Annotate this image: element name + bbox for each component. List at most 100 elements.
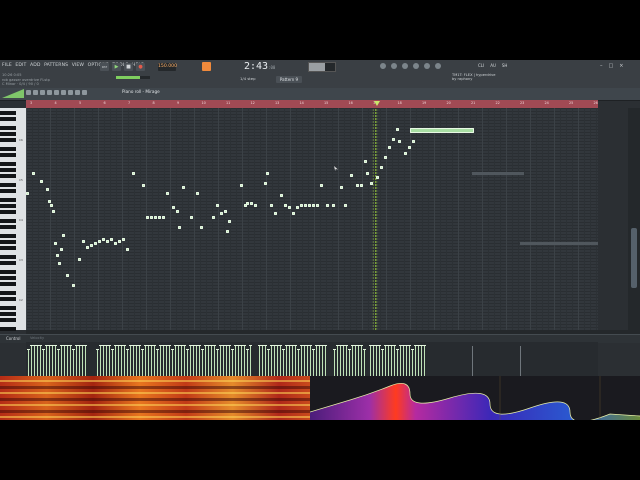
midi-note[interactable] bbox=[388, 146, 391, 149]
velocity-bar[interactable] bbox=[208, 346, 209, 376]
velocity-bar[interactable] bbox=[154, 346, 155, 376]
velocity-bar[interactable] bbox=[139, 346, 140, 376]
pat-song-toggle[interactable]: PAT bbox=[100, 63, 109, 71]
pencil-icon[interactable] bbox=[33, 90, 38, 95]
midi-note[interactable] bbox=[182, 186, 185, 189]
velocity-bar[interactable] bbox=[190, 346, 191, 376]
piano-keyboard[interactable]: C6 C5 C4 C3 C2 bbox=[0, 108, 26, 331]
black-key[interactable] bbox=[0, 246, 16, 250]
velocity-bar[interactable] bbox=[424, 346, 425, 376]
midi-note[interactable] bbox=[56, 254, 59, 257]
midi-note[interactable] bbox=[142, 184, 145, 187]
midi-note[interactable] bbox=[110, 238, 113, 241]
piano-roll-menu-icon[interactable] bbox=[2, 89, 24, 98]
black-key[interactable] bbox=[0, 189, 16, 193]
velocity-bar[interactable] bbox=[391, 346, 392, 376]
velocity-bar[interactable] bbox=[211, 346, 212, 376]
velocity-bar[interactable] bbox=[376, 346, 377, 376]
vertical-scrollbar[interactable] bbox=[628, 108, 640, 330]
velocity-bar[interactable] bbox=[229, 346, 230, 376]
piano-roll-timeline[interactable]: 3 4 5 6 7 8 9 10 11 12 13 14 15 16 17 18 19 20 21 22 23 24 25 2… bbox=[26, 100, 598, 108]
midi-note[interactable] bbox=[126, 248, 129, 251]
midi-note[interactable] bbox=[320, 184, 323, 187]
velocity-bar[interactable] bbox=[310, 346, 311, 376]
velocity-bar[interactable] bbox=[169, 346, 170, 376]
velocity-bar[interactable] bbox=[34, 346, 35, 376]
black-key[interactable] bbox=[0, 225, 16, 229]
midi-note[interactable] bbox=[40, 180, 43, 183]
midi-note[interactable] bbox=[288, 206, 291, 209]
velocity-bar[interactable] bbox=[259, 346, 260, 376]
velocity-bar[interactable] bbox=[112, 350, 113, 376]
velocity-bar[interactable] bbox=[103, 346, 104, 376]
midi-note[interactable] bbox=[366, 172, 369, 175]
velocity-bar[interactable] bbox=[67, 346, 68, 376]
velocity-bar[interactable] bbox=[307, 346, 308, 376]
velocity-bar[interactable] bbox=[286, 346, 287, 376]
midi-note[interactable] bbox=[270, 204, 273, 207]
velocity-bar[interactable] bbox=[295, 346, 296, 376]
piano-roll-icon[interactable] bbox=[391, 63, 397, 69]
midi-note[interactable] bbox=[46, 188, 49, 191]
velocity-bar[interactable] bbox=[298, 350, 299, 376]
velocity-bar[interactable] bbox=[418, 346, 419, 376]
black-key[interactable] bbox=[0, 204, 16, 208]
midi-note[interactable] bbox=[172, 206, 175, 209]
velocity-bar[interactable] bbox=[52, 346, 53, 376]
black-key[interactable] bbox=[0, 297, 16, 301]
velocity-bar[interactable] bbox=[319, 346, 320, 376]
velocity-bar[interactable] bbox=[406, 346, 407, 376]
midi-note[interactable] bbox=[226, 230, 229, 233]
midi-note[interactable] bbox=[72, 284, 75, 287]
midi-note[interactable] bbox=[292, 212, 295, 215]
mixer-icon[interactable] bbox=[413, 63, 419, 69]
black-key[interactable] bbox=[0, 261, 16, 265]
black-key[interactable] bbox=[0, 270, 16, 274]
velocity-bar[interactable] bbox=[115, 346, 116, 376]
black-key[interactable] bbox=[0, 162, 16, 166]
velocity-bar[interactable] bbox=[202, 350, 203, 376]
midi-note[interactable] bbox=[326, 204, 329, 207]
midi-note[interactable] bbox=[106, 240, 109, 243]
delete-icon[interactable] bbox=[47, 90, 52, 95]
velocity-bar[interactable] bbox=[379, 346, 380, 376]
velocity-bar[interactable] bbox=[283, 350, 284, 376]
snap-step[interactable]: 1/4 step bbox=[240, 76, 256, 81]
velocity-bar[interactable] bbox=[109, 346, 110, 376]
master-volume-slider[interactable] bbox=[116, 76, 150, 79]
velocity-bar[interactable] bbox=[370, 346, 371, 376]
velocity-bar[interactable] bbox=[58, 350, 59, 376]
midi-note[interactable] bbox=[316, 204, 319, 207]
velocity-bar[interactable] bbox=[340, 346, 341, 376]
velocity-bar[interactable] bbox=[373, 346, 374, 376]
midi-note[interactable] bbox=[52, 210, 55, 213]
stop-button[interactable]: ■ bbox=[124, 63, 133, 71]
velocity-bar[interactable] bbox=[358, 346, 359, 376]
velocity-bar[interactable] bbox=[157, 350, 158, 376]
velocity-bar[interactable] bbox=[388, 346, 389, 376]
velocity-bar[interactable] bbox=[121, 346, 122, 376]
magnet-icon[interactable] bbox=[26, 90, 31, 95]
black-key[interactable] bbox=[0, 153, 16, 157]
velocity-bar[interactable] bbox=[334, 350, 335, 376]
velocity-bar[interactable] bbox=[76, 346, 77, 376]
velocity-bar[interactable] bbox=[235, 346, 236, 376]
velocity-bar[interactable] bbox=[97, 350, 98, 376]
velocity-bar[interactable] bbox=[43, 350, 44, 376]
velocity-bar[interactable] bbox=[316, 346, 317, 376]
black-key[interactable] bbox=[0, 111, 16, 115]
velocity-bar[interactable] bbox=[145, 346, 146, 376]
channel-rack-icon[interactable] bbox=[402, 63, 408, 69]
black-key[interactable] bbox=[0, 198, 16, 202]
velocity-bar[interactable] bbox=[397, 350, 398, 376]
velocity-bar[interactable] bbox=[61, 346, 62, 376]
metronome-icon[interactable] bbox=[202, 62, 211, 71]
velocity-bar[interactable] bbox=[223, 346, 224, 376]
menu-patterns[interactable]: PATTERNS bbox=[44, 63, 68, 68]
midi-note[interactable] bbox=[190, 216, 193, 219]
midi-note[interactable] bbox=[114, 242, 117, 245]
menu-file[interactable]: FILE bbox=[2, 63, 12, 68]
velocity-bar[interactable] bbox=[280, 346, 281, 376]
velocity-bar[interactable] bbox=[241, 346, 242, 376]
velocity-bar[interactable] bbox=[250, 346, 251, 376]
